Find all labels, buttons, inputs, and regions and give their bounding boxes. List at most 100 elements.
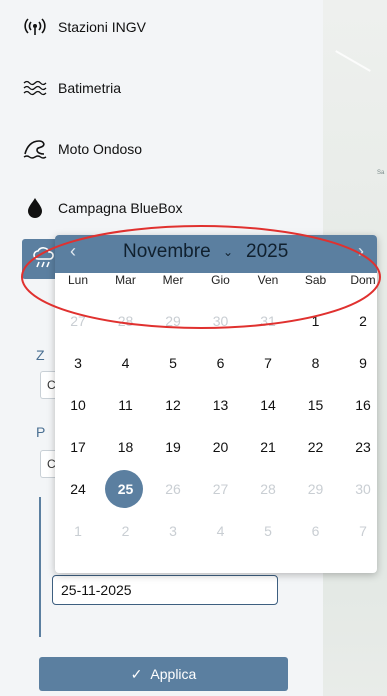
calendar-day: 4 xyxy=(198,508,244,554)
calendar-day: 26 xyxy=(150,466,196,512)
calendar-header: ‹ Novembre ⌄ 2025 › xyxy=(55,235,377,273)
calendar-day[interactable]: 12 xyxy=(150,382,196,428)
calendar-day[interactable]: 8 xyxy=(293,340,339,386)
calendar-day[interactable]: 25 xyxy=(103,466,149,512)
calendar-day: 28 xyxy=(103,298,149,344)
calendar-day-number: 7 xyxy=(264,355,272,371)
weekday-label: Lun xyxy=(67,273,89,287)
calendar-day: 7 xyxy=(340,508,386,554)
sidebar-item-campagna-bluebox[interactable]: Campagna BlueBox xyxy=(22,191,183,225)
calendar-day: 2 xyxy=(103,508,149,554)
calendar-day-number: 29 xyxy=(307,481,324,497)
calendar-day-number: 9 xyxy=(359,355,367,371)
calendar-day: 29 xyxy=(293,466,339,512)
weekday-label: Dom xyxy=(350,273,376,287)
waves-icon xyxy=(22,75,48,101)
calendar-day[interactable]: 5 xyxy=(150,340,196,386)
calendar-day-number: 28 xyxy=(260,481,276,497)
date-input[interactable] xyxy=(52,575,278,605)
check-icon: ✓ xyxy=(130,665,143,682)
calendar-day[interactable]: 10 xyxy=(55,382,101,428)
calendar-day[interactable]: 13 xyxy=(198,382,244,428)
sidebar-item-label: Campagna BlueBox xyxy=(58,200,183,216)
calendar-day-number: 2 xyxy=(121,523,130,539)
calendar-day: 27 xyxy=(198,466,244,512)
chevron-down-icon: ⌄ xyxy=(223,245,234,259)
calendar-day-number: 22 xyxy=(307,439,324,455)
drop-icon xyxy=(22,195,48,221)
calendar-day-number: 26 xyxy=(165,481,181,497)
calendar-day-number: 6 xyxy=(311,523,320,539)
calendar-day[interactable]: 17 xyxy=(55,424,101,470)
sidebar-item-batimetria[interactable]: Batimetria xyxy=(22,71,121,105)
calendar-day-number: 1 xyxy=(74,523,82,539)
calendar-day[interactable]: 9 xyxy=(340,340,386,386)
calendar-day-number: 30 xyxy=(355,481,371,497)
calendar-day-number: 14 xyxy=(260,397,276,413)
calendar-day-number: 1 xyxy=(311,313,320,329)
calendar-day-number: 10 xyxy=(70,397,86,413)
date-group-border xyxy=(39,497,41,637)
map-label: Sa xyxy=(377,170,385,176)
calendar-day[interactable]: 21 xyxy=(245,424,291,470)
calendar-day: 1 xyxy=(55,508,101,554)
calendar-day-number: 18 xyxy=(117,439,134,455)
calendar-day[interactable]: 1 xyxy=(293,298,339,344)
calendar-day[interactable]: 19 xyxy=(150,424,196,470)
calendar-day[interactable]: 24 xyxy=(55,466,101,512)
calendar-day[interactable]: 23 xyxy=(340,424,386,470)
calendar-day[interactable]: 15 xyxy=(293,382,339,428)
calendar-day-number: 19 xyxy=(165,439,181,455)
calendar-day-number: 31 xyxy=(260,313,276,329)
calendar-day-number: 4 xyxy=(216,523,225,539)
calendar-day-number: 23 xyxy=(355,439,371,455)
prev-month-button[interactable]: ‹ xyxy=(63,241,83,262)
zone-label: Z xyxy=(36,347,45,363)
calendar-day[interactable]: 16 xyxy=(340,382,386,428)
calendar-day-number: 2 xyxy=(359,313,367,329)
calendar-day-number: 25 xyxy=(117,481,134,497)
calendar-day-number: 30 xyxy=(212,313,229,329)
rain-cloud-icon xyxy=(32,247,56,274)
calendar-day[interactable]: 14 xyxy=(245,382,291,428)
calendar-day-number: 21 xyxy=(260,439,276,455)
calendar-day-number: 11 xyxy=(118,397,133,413)
calendar-day-number: 28 xyxy=(117,313,134,329)
calendar-day: 5 xyxy=(245,508,291,554)
calendar-day-number: 24 xyxy=(70,481,86,497)
calendar-day-number: 20 xyxy=(212,439,229,455)
calendar-day-number: 8 xyxy=(311,355,320,371)
antenna-icon xyxy=(22,14,48,40)
calendar-day[interactable]: 3 xyxy=(55,340,101,386)
sidebar-item-label: Moto Ondoso xyxy=(58,141,143,157)
calendar-day-number: 5 xyxy=(264,523,272,539)
calendar-day[interactable]: 22 xyxy=(293,424,339,470)
calendar-day[interactable]: 11 xyxy=(103,382,149,428)
sidebar-item-label: Batimetria xyxy=(58,80,122,96)
calendar-day[interactable]: 7 xyxy=(245,340,291,386)
month-select[interactable]: Novembre xyxy=(123,241,211,263)
calendar-day-number: 4 xyxy=(121,355,130,371)
calendar-day: 30 xyxy=(198,298,244,344)
year-select[interactable]: 2025 xyxy=(246,241,288,263)
calendar-day-number: 6 xyxy=(216,355,225,371)
sidebar-item-stazioni-ingv[interactable]: Stazioni INGV xyxy=(22,10,146,44)
calendar-day[interactable]: 20 xyxy=(198,424,244,470)
calendar-day-number: 5 xyxy=(169,355,177,371)
calendar-day[interactable]: 2 xyxy=(340,298,386,344)
apply-button[interactable]: ✓ Applica xyxy=(39,657,288,691)
sidebar-item-moto-ondoso[interactable]: Moto Ondoso xyxy=(22,132,142,166)
calendar-day[interactable]: 6 xyxy=(198,340,244,386)
calendar-day-number: 3 xyxy=(169,523,177,539)
calendar-day[interactable]: 4 xyxy=(103,340,149,386)
weekday-label: Mar xyxy=(115,273,136,287)
apply-button-label: Applica xyxy=(150,666,197,682)
calendar-day: 30 xyxy=(340,466,386,512)
calendar-day: 27 xyxy=(55,298,101,344)
wave-icon xyxy=(22,136,48,162)
next-month-button[interactable]: › xyxy=(351,241,371,262)
calendar-day[interactable]: 18 xyxy=(103,424,149,470)
calendar-day-number: 27 xyxy=(70,313,86,329)
calendar-day: 6 xyxy=(293,508,339,554)
calendar-day: 28 xyxy=(245,466,291,512)
